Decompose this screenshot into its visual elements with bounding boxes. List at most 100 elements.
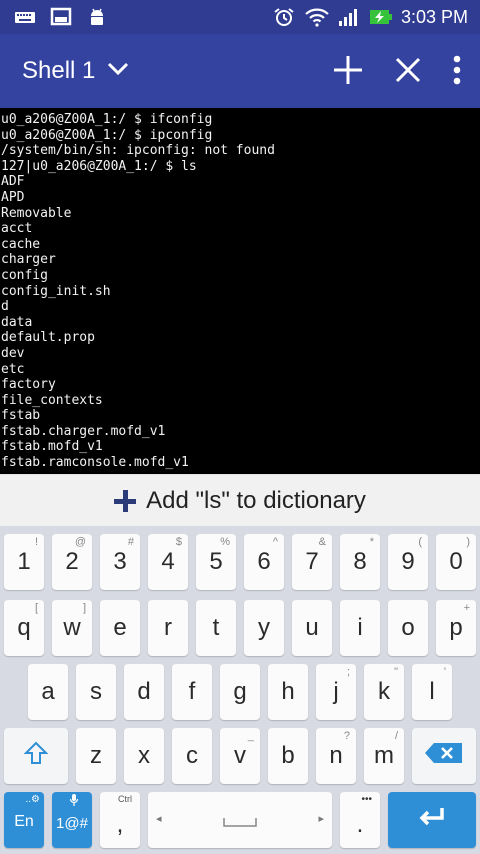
- shell-selector[interactable]: Shell 1: [22, 56, 129, 86]
- terminal-line: /system/bin/sh: ipconfig: not found: [1, 143, 275, 159]
- add-icon[interactable]: [332, 54, 364, 91]
- terminal-output[interactable]: u0_a206@Z00A_1:/ $ ifconfig u0_a206@Z00A_…: [0, 108, 480, 474]
- key-mid-1[interactable]: s: [76, 664, 116, 720]
- language-key[interactable]: ..⚙ En: [4, 792, 44, 848]
- terminal-line: u0_a206@Z00A_1:/ $ ipconfig: [1, 127, 213, 143]
- terminal-line: cache: [1, 236, 41, 252]
- key-mid-7[interactable]: " k: [364, 664, 404, 720]
- key-numbers-3[interactable]: $4: [148, 534, 188, 590]
- symbols-key[interactable]: 1@#: [52, 792, 92, 848]
- symbols-key-label: 1@#: [56, 814, 88, 832]
- cursor-left-icon: ◂: [156, 813, 162, 825]
- period-key-label: .: [356, 811, 364, 838]
- status-bar-right: 3:03 PM: [273, 6, 468, 28]
- space-key[interactable]: ◂ ▸: [148, 792, 332, 848]
- key-label: 3: [113, 548, 127, 575]
- key-hint: ;: [346, 666, 350, 678]
- terminal-line: u0_a206@Z00A_1:/ $ ifconfig: [1, 112, 213, 127]
- key-hint: !: [34, 536, 38, 548]
- key-top-2[interactable]: e: [100, 600, 140, 656]
- key-label: x: [138, 742, 150, 769]
- key-numbers-7[interactable]: * 8: [340, 534, 380, 590]
- key-bottom-5[interactable]: ? n: [316, 728, 356, 784]
- key-top-7[interactable]: i: [340, 600, 380, 656]
- key-mid-8[interactable]: ' l: [412, 664, 452, 720]
- status-bar-left: [14, 7, 108, 27]
- key-numbers-6[interactable]: & 7: [292, 534, 332, 590]
- key-label: n: [329, 742, 343, 769]
- key-label: 1: [17, 548, 31, 575]
- key-label: m: [374, 742, 394, 769]
- key-top-8[interactable]: o: [388, 600, 428, 656]
- key-mid-5[interactable]: h: [268, 664, 308, 720]
- terminal-line: charger: [1, 252, 56, 268]
- key-mid-2[interactable]: d: [124, 664, 164, 720]
- key-mid-0[interactable]: a: [28, 664, 68, 720]
- key-hint: _: [247, 730, 254, 742]
- key-bottom-2[interactable]: c: [172, 728, 212, 784]
- key-label: h: [281, 678, 295, 705]
- terminal-line: d: [1, 299, 9, 315]
- key-top-0[interactable]: [q: [4, 600, 44, 656]
- key-mid-6[interactable]: ; j: [316, 664, 356, 720]
- overflow-menu-icon[interactable]: [452, 55, 462, 90]
- key-label: i: [357, 614, 363, 641]
- key-top-1[interactable]: ] w: [52, 600, 92, 656]
- terminal-line: 127|u0_a206@Z00A_1:/ $ ls: [1, 158, 197, 174]
- key-hint: ': [443, 666, 446, 678]
- key-numbers-4[interactable]: % 5: [196, 534, 236, 590]
- terminal-line: ADF: [1, 174, 25, 190]
- key-numbers-0[interactable]: ! 1: [4, 534, 44, 590]
- key-label: v: [234, 742, 246, 769]
- key-bottom-3[interactable]: _ v: [220, 728, 260, 784]
- key-label: f: [188, 678, 196, 705]
- key-top-4[interactable]: t: [196, 600, 236, 656]
- terminal-line: file_contexts: [1, 392, 103, 408]
- key-numbers-5[interactable]: ^ 6: [244, 534, 284, 590]
- terminal-line: acct: [1, 221, 33, 237]
- shift-key[interactable]: [4, 728, 68, 784]
- comma-key-label: ,: [116, 811, 124, 838]
- key-top-5[interactable]: y: [244, 600, 284, 656]
- add-to-dictionary-suggestion[interactable]: Add "ls" to dictionary: [0, 474, 480, 526]
- key-hint: ": [394, 666, 398, 678]
- comma-key[interactable]: Ctrl ,: [100, 792, 140, 848]
- terminal-line: data: [1, 314, 33, 330]
- key-bottom-1[interactable]: x: [124, 728, 164, 784]
- close-icon[interactable]: [394, 56, 422, 89]
- app-bar-actions: [332, 54, 462, 91]
- key-mid-3[interactable]: f: [172, 664, 212, 720]
- chevron-down-icon: [107, 62, 129, 81]
- key-top-6[interactable]: u: [292, 600, 332, 656]
- key-label: 0: [449, 548, 463, 575]
- key-label: l: [429, 678, 435, 705]
- terminal-line: Removable: [1, 205, 72, 221]
- key-hint: ^: [272, 536, 278, 548]
- period-key[interactable]: ••• .: [340, 792, 380, 848]
- backspace-key[interactable]: [412, 728, 476, 784]
- signal-icon: [337, 7, 359, 27]
- key-numbers-9[interactable]: ) 0: [436, 534, 476, 590]
- key-numbers-8[interactable]: (9: [388, 534, 428, 590]
- key-top-3[interactable]: r: [148, 600, 188, 656]
- wifi-icon: [305, 7, 329, 27]
- key-bottom-4[interactable]: b: [268, 728, 308, 784]
- key-label: a: [41, 678, 55, 705]
- key-label: 6: [257, 548, 271, 575]
- key-numbers-2[interactable]: #3: [100, 534, 140, 590]
- key-hint: +: [463, 602, 470, 614]
- terminal-line: dev: [1, 345, 25, 361]
- key-mid-4[interactable]: g: [220, 664, 260, 720]
- key-top-9[interactable]: + p: [436, 600, 476, 656]
- key-label: z: [90, 742, 102, 769]
- key-numbers-1[interactable]: @2: [52, 534, 92, 590]
- key-bottom-6[interactable]: / m: [364, 728, 404, 784]
- suggestion-text: Add "ls" to dictionary: [146, 486, 366, 514]
- keyboard-icon: [14, 7, 36, 27]
- app-bar: Shell 1: [0, 34, 480, 108]
- alarm-icon: [273, 7, 295, 27]
- enter-key[interactable]: [388, 792, 476, 848]
- key-label: s: [90, 678, 102, 705]
- key-bottom-0[interactable]: z: [76, 728, 116, 784]
- key-label: p: [449, 614, 463, 641]
